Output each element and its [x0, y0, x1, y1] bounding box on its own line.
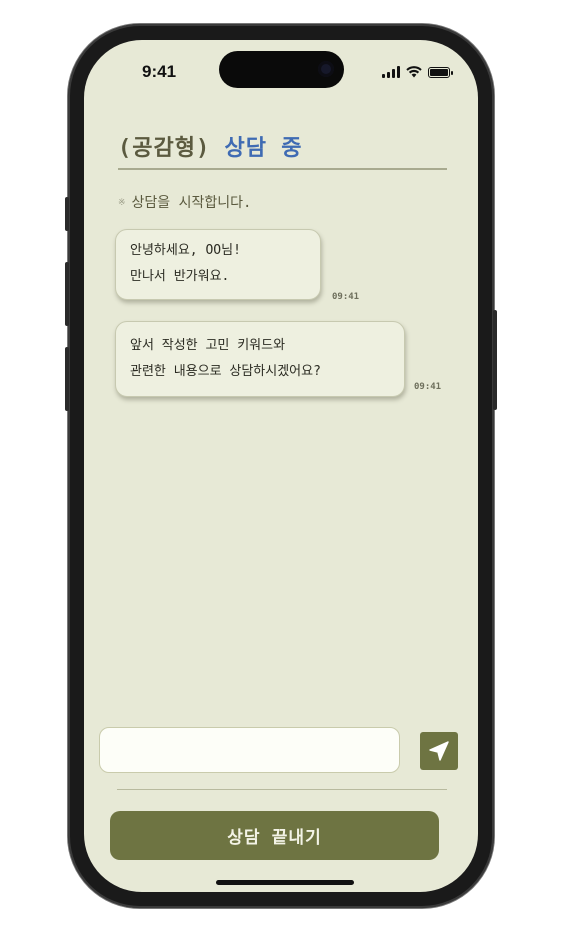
volume-up-button — [65, 262, 69, 326]
volume-down-button — [65, 347, 69, 411]
notice-mark-icon: ※ — [118, 198, 126, 208]
message-line: 만나서 반가워요. — [130, 269, 230, 284]
wifi-icon — [406, 66, 422, 78]
power-button — [493, 310, 497, 410]
cellular-signal-icon — [382, 66, 400, 78]
end-counsel-button[interactable]: 상담 끝내기 — [110, 811, 439, 860]
message-line: 안녕하세요, OO님! — [130, 243, 241, 258]
home-indicator[interactable] — [216, 880, 354, 885]
battery-icon — [428, 67, 453, 78]
system-notice: ※ 상담을 시작합니다. — [118, 192, 251, 212]
counsel-type-label: (공감형) — [118, 136, 211, 161]
page-title: (공감형) 상담 중 — [118, 130, 302, 162]
action-button — [65, 197, 69, 231]
message-time: 09:41 — [332, 292, 360, 302]
status-icons — [382, 66, 453, 78]
message-bubble: 앞서 작성한 고민 키워드와 관련한 내용으로 상담하시겠어요? — [115, 321, 405, 397]
send-button[interactable] — [420, 732, 458, 770]
bottom-divider — [117, 789, 447, 790]
counsel-status-label: 상담 중 — [224, 136, 303, 161]
system-notice-text: 상담을 시작합니다. — [131, 195, 252, 211]
message-line: 관련한 내용으로 상담하시겠어요? — [130, 364, 321, 379]
app-screen: 9:41 (공감형) 상담 중 ※ 상담을 시작합니다. 안녕하세요, OO님! … — [84, 40, 478, 892]
send-arrow-icon — [429, 741, 449, 761]
title-divider — [118, 168, 447, 170]
message-line: 앞서 작성한 고민 키워드와 — [130, 338, 286, 353]
camera-icon — [318, 61, 334, 77]
status-time: 9:41 — [142, 62, 177, 81]
message-bubble: 안녕하세요, OO님! 만나서 반가워요. — [115, 229, 321, 300]
dynamic-island — [219, 51, 344, 88]
message-input[interactable] — [99, 727, 400, 773]
message-time: 09:41 — [414, 382, 442, 392]
